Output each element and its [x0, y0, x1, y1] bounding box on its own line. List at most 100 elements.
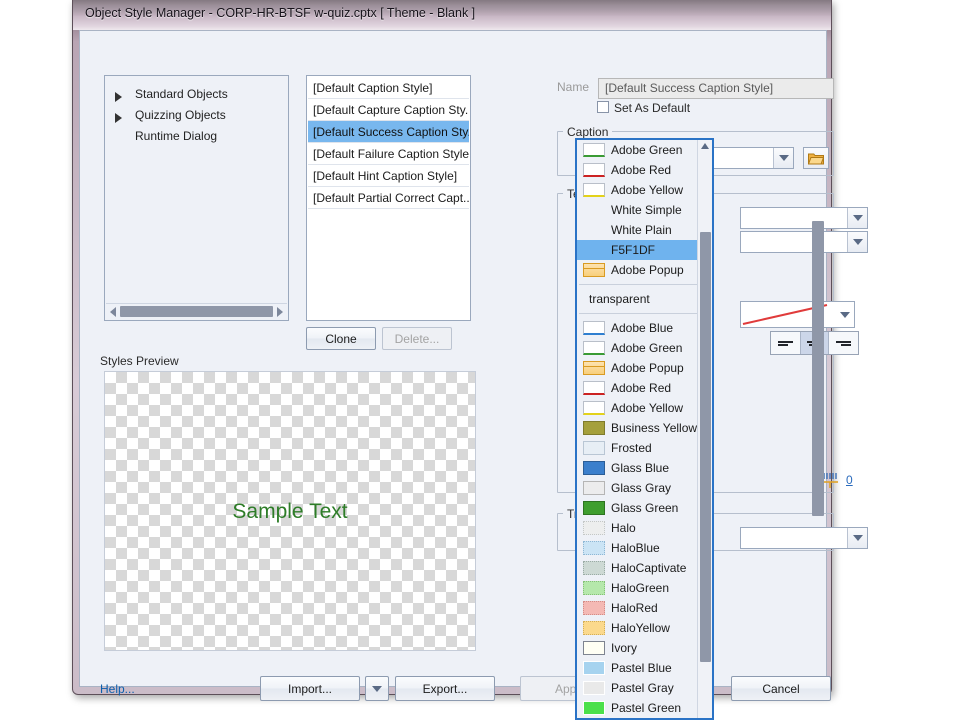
- scroll-left-arrow-icon[interactable]: [110, 306, 116, 317]
- expand-arrow-quizzing-objects-icon[interactable]: [115, 113, 122, 123]
- dropdown-item[interactable]: HaloGreen: [577, 578, 712, 598]
- folder-icon: [808, 153, 824, 164]
- dropdown-divider: [579, 313, 710, 314]
- scroll-up-arrow-icon[interactable]: [701, 143, 709, 149]
- dialog-client-area: Standard Objects Quizzing Objects Runtim…: [79, 30, 868, 701]
- help-link[interactable]: Help...: [100, 682, 135, 696]
- dropdown-item[interactable]: Glass Blue: [577, 458, 712, 478]
- export-button[interactable]: Export...: [395, 676, 495, 701]
- dropdown-item[interactable]: Pastel Blue: [577, 658, 712, 678]
- font-family-combobox[interactable]: [740, 207, 868, 229]
- chevron-down-icon[interactable]: [847, 528, 867, 548]
- chevron-down-icon[interactable]: [773, 148, 793, 168]
- color-swatch-icon: [583, 401, 605, 415]
- dropdown-item[interactable]: HaloRed: [577, 598, 712, 618]
- set-as-default-label: Set As Default: [614, 101, 691, 115]
- margin-icon[interactable]: [822, 471, 842, 491]
- dropdown-item-label: Adobe Red: [611, 381, 672, 395]
- chevron-down-icon[interactable]: [847, 208, 867, 228]
- dropdown-item[interactable]: Pastel Gray: [577, 678, 712, 698]
- list-item[interactable]: [Default Success Caption Sty...: [308, 121, 469, 143]
- list-item[interactable]: [Default Partial Correct Capt...: [308, 187, 469, 209]
- dropdown-item[interactable]: Adobe Yellow: [577, 180, 712, 200]
- dropdown-item[interactable]: Adobe Blue: [577, 318, 712, 338]
- dropdown-item-label: HaloYellow: [611, 621, 670, 635]
- tree-horizontal-scrollbar[interactable]: [106, 303, 287, 319]
- dropdown-item[interactable]: Adobe Popup: [577, 358, 712, 378]
- dropdown-item-label: Business Yellow: [611, 421, 698, 435]
- delete-button: Delete...: [382, 327, 452, 350]
- style-list-panel[interactable]: [Default Caption Style] [Default Capture…: [306, 75, 471, 321]
- object-tree-panel[interactable]: Standard Objects Quizzing Objects Runtim…: [104, 75, 289, 321]
- dropdown-item-label: Ivory: [611, 641, 638, 655]
- dropdown-item[interactable]: Adobe Yellow: [577, 398, 712, 418]
- margin-value[interactable]: 0: [846, 473, 853, 487]
- dropdown-item[interactable]: White Plain: [577, 220, 712, 240]
- chevron-down-icon[interactable]: [847, 232, 867, 252]
- styles-preview-label: Styles Preview: [100, 354, 179, 368]
- color-swatch-icon: [583, 421, 605, 435]
- dropdown-item-label: Frosted: [611, 441, 652, 455]
- dropdown-item[interactable]: HaloCaptivate: [577, 558, 712, 578]
- dropdown-item[interactable]: Adobe Red: [577, 378, 712, 398]
- dropdown-divider: [579, 284, 710, 285]
- align-right-button[interactable]: [829, 332, 858, 354]
- dropdown-item[interactable]: Adobe Green: [577, 338, 712, 358]
- dropdown-item-label: HaloGreen: [611, 581, 670, 595]
- dropdown-item-label: Adobe Green: [611, 143, 683, 157]
- expand-arrow-standard-objects-icon[interactable]: [115, 92, 122, 102]
- dropdown-item-label: Adobe Yellow: [611, 183, 684, 197]
- dropdown-item[interactable]: White Simple: [577, 200, 712, 220]
- import-button[interactable]: Import...: [260, 676, 360, 701]
- tree-item-runtime-dialog[interactable]: Runtime Dialog: [135, 129, 217, 143]
- properties-vertical-scrollbar[interactable]: [812, 221, 824, 516]
- browse-folder-button[interactable]: [803, 147, 829, 169]
- tree-item-quizzing-objects[interactable]: Quizzing Objects: [135, 108, 226, 122]
- dropdown-item[interactable]: Adobe Green: [577, 140, 712, 160]
- dropdown-item-label: Halo: [611, 521, 636, 535]
- dropdown-item-label: Glass Blue: [611, 461, 670, 475]
- dropdown-item[interactable]: Glass Gray: [577, 478, 712, 498]
- dropdown-item-label: Pastel Gray: [611, 681, 674, 695]
- name-label: Name: [557, 80, 590, 94]
- dropdown-item-label: Adobe Popup: [611, 263, 684, 277]
- set-as-default-checkbox[interactable]: [597, 101, 609, 113]
- cancel-button[interactable]: Cancel: [731, 676, 831, 701]
- dropdown-item[interactable]: HaloYellow: [577, 618, 712, 638]
- dropdown-vertical-scrollbar[interactable]: [697, 140, 712, 718]
- font-style-combobox[interactable]: [740, 231, 868, 253]
- dropdown-item[interactable]: Adobe Red: [577, 160, 712, 180]
- dropdown-item[interactable]: Halo: [577, 518, 712, 538]
- color-swatch-icon: [583, 381, 605, 395]
- dropdown-item[interactable]: Glass Green: [577, 498, 712, 518]
- scrollbar-thumb[interactable]: [700, 232, 711, 662]
- scrollbar-thumb[interactable]: [120, 306, 273, 317]
- dropdown-item-transparent[interactable]: transparent: [577, 289, 712, 309]
- dropdown-item-label: F5F1DF: [611, 243, 656, 257]
- transition-effect-combobox[interactable]: [740, 527, 868, 549]
- dropdown-item[interactable]: Frosted: [577, 438, 712, 458]
- list-item[interactable]: [Default Failure Caption Style]: [308, 143, 469, 165]
- dropdown-item[interactable]: Pastel Green: [577, 698, 712, 718]
- dropdown-item[interactable]: Business Yellow: [577, 418, 712, 438]
- dropdown-item[interactable]: F5F1DF: [577, 240, 712, 260]
- text-color-combobox[interactable]: [740, 301, 855, 328]
- scroll-right-arrow-icon[interactable]: [277, 306, 283, 317]
- list-item[interactable]: [Default Capture Caption Sty...: [308, 99, 469, 121]
- dropdown-item[interactable]: Adobe Popup: [577, 260, 712, 280]
- dropdown-item-label: Pastel Green: [611, 701, 682, 715]
- chevron-down-icon[interactable]: [836, 302, 854, 327]
- dropdown-item[interactable]: Ivory: [577, 638, 712, 658]
- caption-type-dropdown-list[interactable]: Adobe Green Adobe Red Adobe Yellow White Si…: [575, 138, 714, 720]
- dropdown-item-label: White Simple: [611, 203, 682, 217]
- list-item[interactable]: [Default Hint Caption Style]: [308, 165, 469, 187]
- tree-item-standard-objects[interactable]: Standard Objects: [135, 87, 228, 101]
- import-dropdown-button[interactable]: [365, 676, 389, 701]
- object-style-manager-window: Object Style Manager - CORP-HR-BTSF w-qu…: [72, 0, 868, 701]
- dropdown-item[interactable]: HaloBlue: [577, 538, 712, 558]
- clone-button[interactable]: Clone: [306, 327, 376, 350]
- list-item[interactable]: [Default Caption Style]: [308, 77, 469, 99]
- align-left-button[interactable]: [771, 332, 800, 354]
- dropdown-item-label: Glass Gray: [611, 481, 672, 495]
- dropdown-items-container: Adobe Green Adobe Red Adobe Yellow White Si…: [577, 140, 712, 718]
